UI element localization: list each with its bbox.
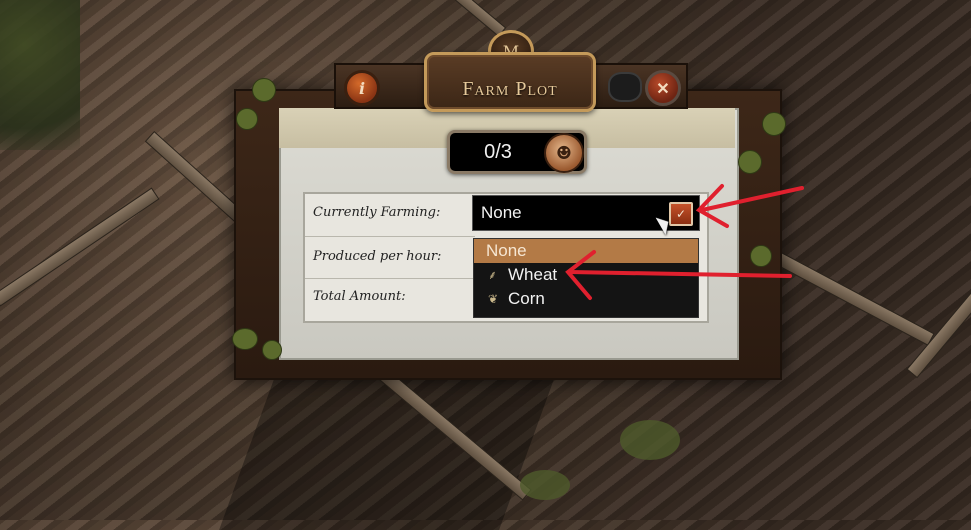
moss-patch bbox=[520, 470, 570, 500]
crop-option-label: Corn bbox=[508, 289, 545, 308]
fence-right bbox=[767, 248, 935, 346]
vine-leaf bbox=[232, 328, 258, 350]
crop-option-none[interactable]: None bbox=[474, 239, 698, 263]
info-icon: i bbox=[358, 78, 366, 98]
worker-count: 0/3 bbox=[484, 141, 512, 163]
ornament-icon bbox=[608, 72, 642, 102]
vine-leaf bbox=[262, 340, 282, 360]
dropdown-toggle-button[interactable]: ✓ bbox=[669, 202, 693, 226]
crop-dropdown-list: None ⸙ Wheat ❦ Corn bbox=[473, 238, 699, 318]
crop-option-corn[interactable]: ❦ Corn bbox=[474, 287, 698, 311]
worker-icon[interactable]: ☻ bbox=[544, 133, 584, 173]
divider bbox=[305, 278, 475, 279]
vine-leaf bbox=[762, 112, 786, 136]
vine-leaf bbox=[750, 245, 772, 267]
crop-option-label: None bbox=[486, 241, 527, 260]
crop-select-value: None bbox=[481, 203, 522, 222]
vine-leaf bbox=[252, 78, 276, 102]
wheat-icon: ⸙ bbox=[488, 268, 498, 282]
info-button[interactable]: i bbox=[344, 70, 380, 106]
produced-per-hour-label: Produced per hour: bbox=[313, 249, 442, 264]
fence-left bbox=[0, 187, 160, 307]
corn-icon: ❦ bbox=[488, 292, 499, 306]
vine-leaf bbox=[236, 108, 258, 130]
window-title: Farm Plot bbox=[462, 78, 558, 100]
total-amount-label: Total Amount: bbox=[313, 289, 406, 304]
vine-leaf bbox=[738, 150, 762, 174]
moss-patch bbox=[620, 420, 680, 460]
title-plate: Farm Plot bbox=[424, 52, 596, 112]
currently-farming-label: Currently Farming: bbox=[313, 205, 441, 220]
grass-patch bbox=[0, 0, 80, 150]
close-icon: ✕ bbox=[656, 78, 670, 98]
chevron-down-icon: ✓ bbox=[675, 207, 687, 221]
crop-option-label: Wheat bbox=[508, 265, 558, 284]
crop-option-wheat[interactable]: ⸙ Wheat bbox=[474, 263, 698, 287]
close-button[interactable]: ✕ bbox=[645, 70, 681, 106]
fence-top bbox=[435, 0, 507, 37]
divider bbox=[305, 236, 475, 237]
worker-glyph: ☻ bbox=[555, 142, 573, 164]
